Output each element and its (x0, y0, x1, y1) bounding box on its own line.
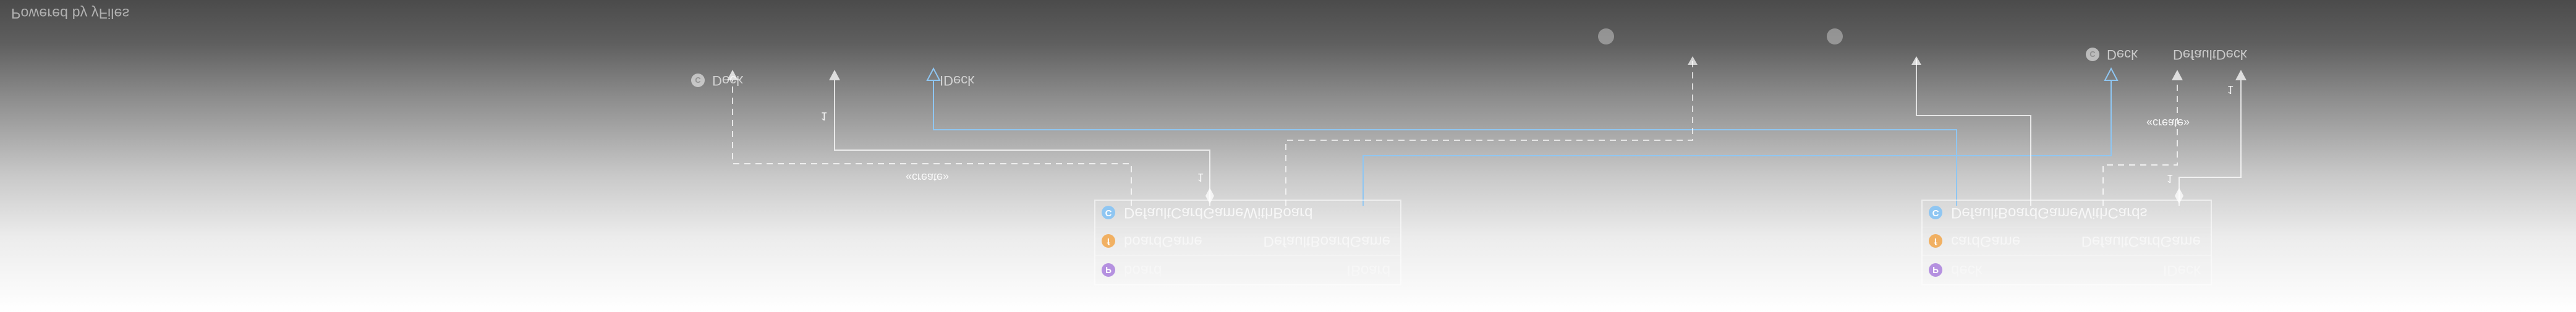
multiplicity-right-bottom: 1 (2227, 83, 2234, 96)
association-edge-right-mid (1916, 59, 2031, 206)
create-label-right: «create» (2146, 117, 2190, 129)
dependency-edge-center (1285, 59, 1693, 206)
inheritance-edge-main (1362, 80, 2112, 206)
inheritance-edge-left (933, 80, 1957, 206)
field-type: DefaultBoardGame (1263, 233, 1390, 250)
reflected-node-ideck: IDeck (940, 72, 974, 88)
reflected-ghost-shape-left (1598, 28, 1614, 44)
reflected-node-deck: C Deck (691, 72, 743, 88)
reflected-node-default-deck: DefaultDeck (2173, 46, 2247, 62)
reflected-node-deck-right: C Deck (2086, 46, 2138, 62)
class-name: DefaultCardGameWithBoard (1124, 204, 1313, 222)
field-type: DefaultCardGame (2081, 233, 2201, 250)
multiplicity-left-bottom: 1 (821, 110, 828, 122)
arrowhead-right-mid (1911, 56, 1921, 65)
property-icon: P (1929, 263, 1942, 277)
arrowhead-right-association (2235, 70, 2247, 80)
arrowhead-center (1688, 56, 1698, 65)
class-name-row: C DefaultCardGameWithBoard (1095, 200, 1400, 227)
class-icon: C (2086, 48, 2099, 61)
class-field-row: f boardGame DefaultBoardGame (1095, 227, 1400, 256)
class-header-row: P board IBoard (1095, 256, 1400, 284)
field-type: IDeck (2162, 262, 2201, 279)
class-icon: C (1102, 206, 1115, 220)
reflected-node-label: Deck (2107, 47, 2138, 62)
create-edge-left (732, 80, 1132, 206)
property-icon: P (1102, 263, 1115, 277)
reflected-node-label: DefaultDeck (2173, 47, 2247, 62)
field-name: cardGame (1951, 233, 2021, 250)
class-icon: C (1929, 206, 1942, 220)
association-edge-right (2179, 80, 2242, 206)
class-name: DefaultBoardGameWithCards (1951, 204, 2148, 222)
class-header-row: P deck IDeck (1923, 256, 2211, 284)
reflected-node-label: Deck (712, 73, 744, 88)
multiplicity-right-top: 1 (2167, 172, 2174, 185)
class-node-default-board-game-with-cards[interactable]: P deck IDeck f cardGame DefaultCardGame … (1921, 200, 2212, 285)
arrowhead-right-create (2172, 70, 2183, 80)
field-icon: f (1102, 234, 1115, 248)
association-edge-left (834, 80, 1210, 206)
class-name-row: C DefaultBoardGameWithCards (1923, 200, 2211, 227)
class-icon: C (691, 74, 705, 87)
multiplicity-left-top: 1 (1197, 171, 1204, 183)
triangle-main (2104, 67, 2119, 81)
reflected-node-label: IDeck (940, 73, 975, 88)
field-name: deck (1951, 262, 1983, 279)
field-name: board (1124, 262, 1162, 279)
arrowhead-left-association (829, 70, 840, 80)
class-node-default-card-game-with-board[interactable]: P board IBoard f boardGame DefaultBoardG… (1094, 200, 1401, 285)
triangle-left (926, 67, 941, 81)
field-icon: f (1929, 234, 1942, 248)
class-field-row: f cardGame DefaultCardGame (1923, 227, 2211, 256)
create-edge-right (2102, 80, 2178, 206)
field-name: boardGame (1124, 233, 1202, 250)
diagram-canvas: Powered by yFiles P board IBoard f board… (0, 0, 2576, 312)
reflected-ghost-shape-right (1827, 28, 1843, 44)
create-label-left: «create» (906, 171, 950, 183)
field-type: IBoard (1346, 262, 1390, 279)
